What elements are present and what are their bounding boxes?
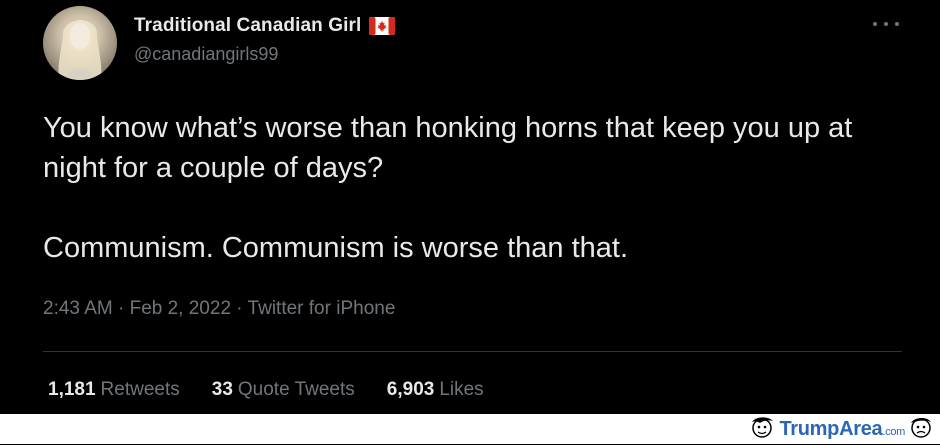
watermark-domain: .com <box>882 425 905 438</box>
dot <box>884 22 888 26</box>
likes-stat[interactable]: 6,903 Likes <box>387 379 484 401</box>
watermark-bar: TrumpArea.com <box>0 414 940 444</box>
watermark-brand: TrumpArea <box>779 417 883 440</box>
retweets-label: Retweets <box>100 379 180 400</box>
watermark-logo: TrumpArea.com <box>748 415 934 443</box>
avatar[interactable] <box>43 6 117 80</box>
dot <box>895 22 899 26</box>
username-handle[interactable]: @canadiangirls99 <box>134 44 278 65</box>
tweet-timestamp-source[interactable]: 2:43 AM · Feb 2, 2022 · Twitter for iPho… <box>43 298 395 320</box>
tweet-text-paragraph-1: You know what’s worse than honking horns… <box>43 112 853 184</box>
tweet-card: Traditional Canadian Girl @canadiangirls… <box>0 0 940 414</box>
quote-tweets-label: Quote Tweets <box>237 379 355 400</box>
canada-flag-icon <box>369 17 396 35</box>
more-options-icon[interactable] <box>873 14 899 34</box>
dot <box>873 22 877 26</box>
likes-count: 6,903 <box>386 379 435 400</box>
engagement-stats: 1,181 Retweets 33 Quote Tweets 6,903 Likes <box>48 379 516 401</box>
retweets-stat[interactable]: 1,181 Retweets <box>48 379 180 401</box>
watermark-text: TrumpArea.com <box>779 418 905 441</box>
tweet-text: You know what’s worse than honking horns… <box>43 108 903 268</box>
retweets-count: 1,181 <box>48 379 96 400</box>
divider <box>43 351 902 352</box>
likes-label: Likes <box>439 379 484 400</box>
tweet-text-paragraph-2: Communism. Communism is worse than that. <box>43 232 628 264</box>
caricature-icon <box>908 414 934 445</box>
quote-tweets-stat[interactable]: 33 Quote Tweets <box>212 379 355 401</box>
author-name-row: Traditional Canadian Girl <box>134 14 396 38</box>
display-name[interactable]: Traditional Canadian Girl <box>134 15 361 37</box>
caricature-icon <box>748 414 776 445</box>
quote-tweets-count: 33 <box>211 379 233 400</box>
